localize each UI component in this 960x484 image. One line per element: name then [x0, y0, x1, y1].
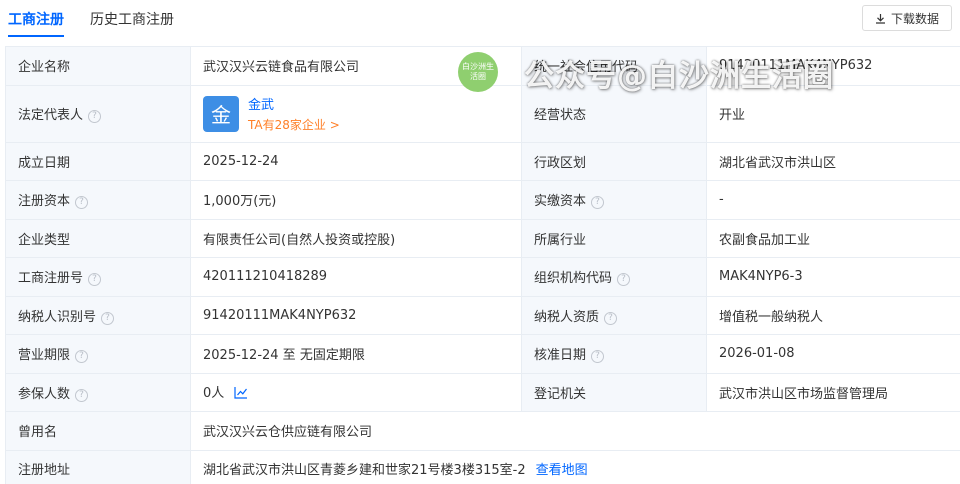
- tab-history-registration[interactable]: 历史工商注册: [90, 9, 174, 29]
- former-name-label: 曾用名: [5, 411, 191, 451]
- reg-capital-value: 1,000万(元): [190, 180, 522, 220]
- org-code-value: MAK4NYP6-3: [706, 257, 960, 297]
- question-circle-icon[interactable]: ?: [591, 350, 605, 364]
- taxpayer-id-value: 91420111MAK4NYP632: [190, 295, 522, 335]
- taxpayer-id-label: 纳税人识别号: [18, 309, 97, 325]
- download-icon: [875, 13, 886, 24]
- taxpayer-qual-label-cell: 纳税人资质?: [521, 295, 707, 335]
- table-row: 营业期限? 2025-12-24 至 无固定期限 核准日期? 2026-01-0…: [5, 334, 960, 374]
- founded-value: 2025-12-24: [190, 141, 522, 181]
- industry-value: 农副食品加工业: [706, 218, 960, 258]
- region-value: 湖北省武汉市洪山区: [706, 141, 960, 181]
- address-value: 湖北省武汉市洪山区青菱乡建和世家21号楼3楼315室-2: [203, 463, 526, 478]
- taxpayer-id-label-cell: 纳税人识别号?: [5, 295, 191, 335]
- legal-rep-label: 法定代表人: [18, 108, 84, 123]
- table-row: 工商注册号? 420111210418289 组织机构代码? MAK4NYP6-…: [5, 257, 960, 297]
- question-circle-icon[interactable]: ?: [75, 350, 89, 364]
- question-circle-icon[interactable]: ?: [88, 110, 102, 123]
- related-companies-link[interactable]: TA有28家企业 >: [248, 116, 340, 133]
- authority-value: 武汉市洪山区市场监督管理局: [706, 372, 960, 412]
- status-value: 开业: [706, 84, 960, 143]
- credit-code-label: 统一社会信用代码: [521, 46, 707, 86]
- approval-label: 核准日期: [534, 348, 587, 364]
- tab-bar: 工商注册 历史工商注册 下载数据: [0, 0, 960, 40]
- former-name-value: 武汉汉兴云仓供应链有限公司: [190, 411, 960, 451]
- taxpayer-qual-label: 纳税人资质: [534, 309, 600, 325]
- table-row: 成立日期 2025-12-24 行政区划 湖北省武汉市洪山区: [5, 141, 960, 181]
- address-cell: 湖北省武汉市洪山区青菱乡建和世家21号楼3楼315室-2 查看地图: [190, 449, 960, 484]
- status-label: 经营状态: [521, 84, 707, 143]
- tab-business-registration[interactable]: 工商注册: [8, 9, 64, 37]
- region-label: 行政区划: [521, 141, 707, 181]
- insured-label-cell: 参保人数?: [5, 372, 191, 412]
- question-circle-icon[interactable]: ?: [75, 388, 89, 402]
- company-type-label: 企业类型: [5, 218, 191, 258]
- reg-no-label: 工商注册号: [18, 271, 84, 287]
- insured-cell: 0人: [190, 372, 522, 412]
- question-circle-icon[interactable]: ?: [88, 273, 102, 287]
- table-row: 注册资本? 1,000万(元) 实缴资本? -: [5, 180, 960, 220]
- table-row: 纳税人识别号? 91420111MAK4NYP632 纳税人资质? 增值税一般纳…: [5, 295, 960, 335]
- table-row: 参保人数? 0人 登记机关 武汉市洪山区市场监督管理局: [5, 372, 960, 412]
- reg-no-label-cell: 工商注册号?: [5, 257, 191, 297]
- table-row: 法定代表人? 金 金武 TA有28家企业 > 经营状态 开业: [5, 84, 960, 143]
- question-circle-icon[interactable]: ?: [101, 311, 115, 325]
- legal-rep-name-link[interactable]: 金武: [248, 94, 340, 113]
- table-row: 企业类型 有限责任公司(自然人投资或控股) 所属行业 农副食品加工业: [5, 218, 960, 258]
- insured-value: 0人: [203, 385, 225, 401]
- trend-chart-icon[interactable]: [234, 386, 248, 403]
- term-label-cell: 营业期限?: [5, 334, 191, 374]
- question-circle-icon[interactable]: ?: [75, 196, 89, 210]
- credit-code-value: 91420111MAK4NYP632: [706, 46, 960, 86]
- org-code-label: 组织机构代码: [534, 271, 613, 287]
- paid-capital-value: -: [706, 180, 960, 220]
- reg-capital-label-cell: 注册资本?: [5, 180, 191, 220]
- approval-value: 2026-01-08: [706, 334, 960, 374]
- authority-label: 登记机关: [521, 372, 707, 412]
- legal-rep-cell: 金 金武 TA有28家企业 >: [190, 84, 522, 143]
- view-map-link[interactable]: 查看地图: [536, 463, 588, 478]
- company-type-value: 有限责任公司(自然人投资或控股): [190, 218, 522, 258]
- table-row: 曾用名 武汉汉兴云仓供应链有限公司: [5, 411, 960, 451]
- download-label: 下载数据: [890, 11, 939, 26]
- industry-label: 所属行业: [521, 218, 707, 258]
- question-circle-icon[interactable]: ?: [591, 196, 605, 210]
- question-circle-icon[interactable]: ?: [617, 273, 631, 287]
- term-value: 2025-12-24 至 无固定期限: [190, 334, 522, 374]
- reg-no-value: 420111210418289: [190, 257, 522, 297]
- term-label: 营业期限: [18, 348, 71, 364]
- business-info-table: 企业名称 武汉汉兴云链食品有限公司 统一社会信用代码 91420111MAK4N…: [5, 46, 960, 484]
- insured-label: 参保人数: [18, 386, 71, 402]
- org-code-label-cell: 组织机构代码?: [521, 257, 707, 297]
- reg-capital-label: 注册资本: [18, 194, 71, 210]
- company-name-value: 武汉汉兴云链食品有限公司: [190, 46, 522, 86]
- legal-rep-label-cell: 法定代表人?: [5, 84, 191, 143]
- paid-capital-label: 实缴资本: [534, 194, 587, 210]
- avatar[interactable]: 金: [203, 95, 239, 132]
- table-row: 注册地址 湖北省武汉市洪山区青菱乡建和世家21号楼3楼315室-2 查看地图: [5, 449, 960, 484]
- paid-capital-label-cell: 实缴资本?: [521, 180, 707, 220]
- table-row: 企业名称 武汉汉兴云链食品有限公司 统一社会信用代码 91420111MAK4N…: [5, 46, 960, 86]
- address-label: 注册地址: [5, 449, 191, 484]
- approval-label-cell: 核准日期?: [521, 334, 707, 374]
- company-name-label: 企业名称: [5, 46, 191, 86]
- taxpayer-qual-value: 增值税一般纳税人: [706, 295, 960, 335]
- download-data-button[interactable]: 下载数据: [861, 5, 952, 31]
- founded-label: 成立日期: [5, 141, 191, 181]
- question-circle-icon[interactable]: ?: [604, 311, 618, 325]
